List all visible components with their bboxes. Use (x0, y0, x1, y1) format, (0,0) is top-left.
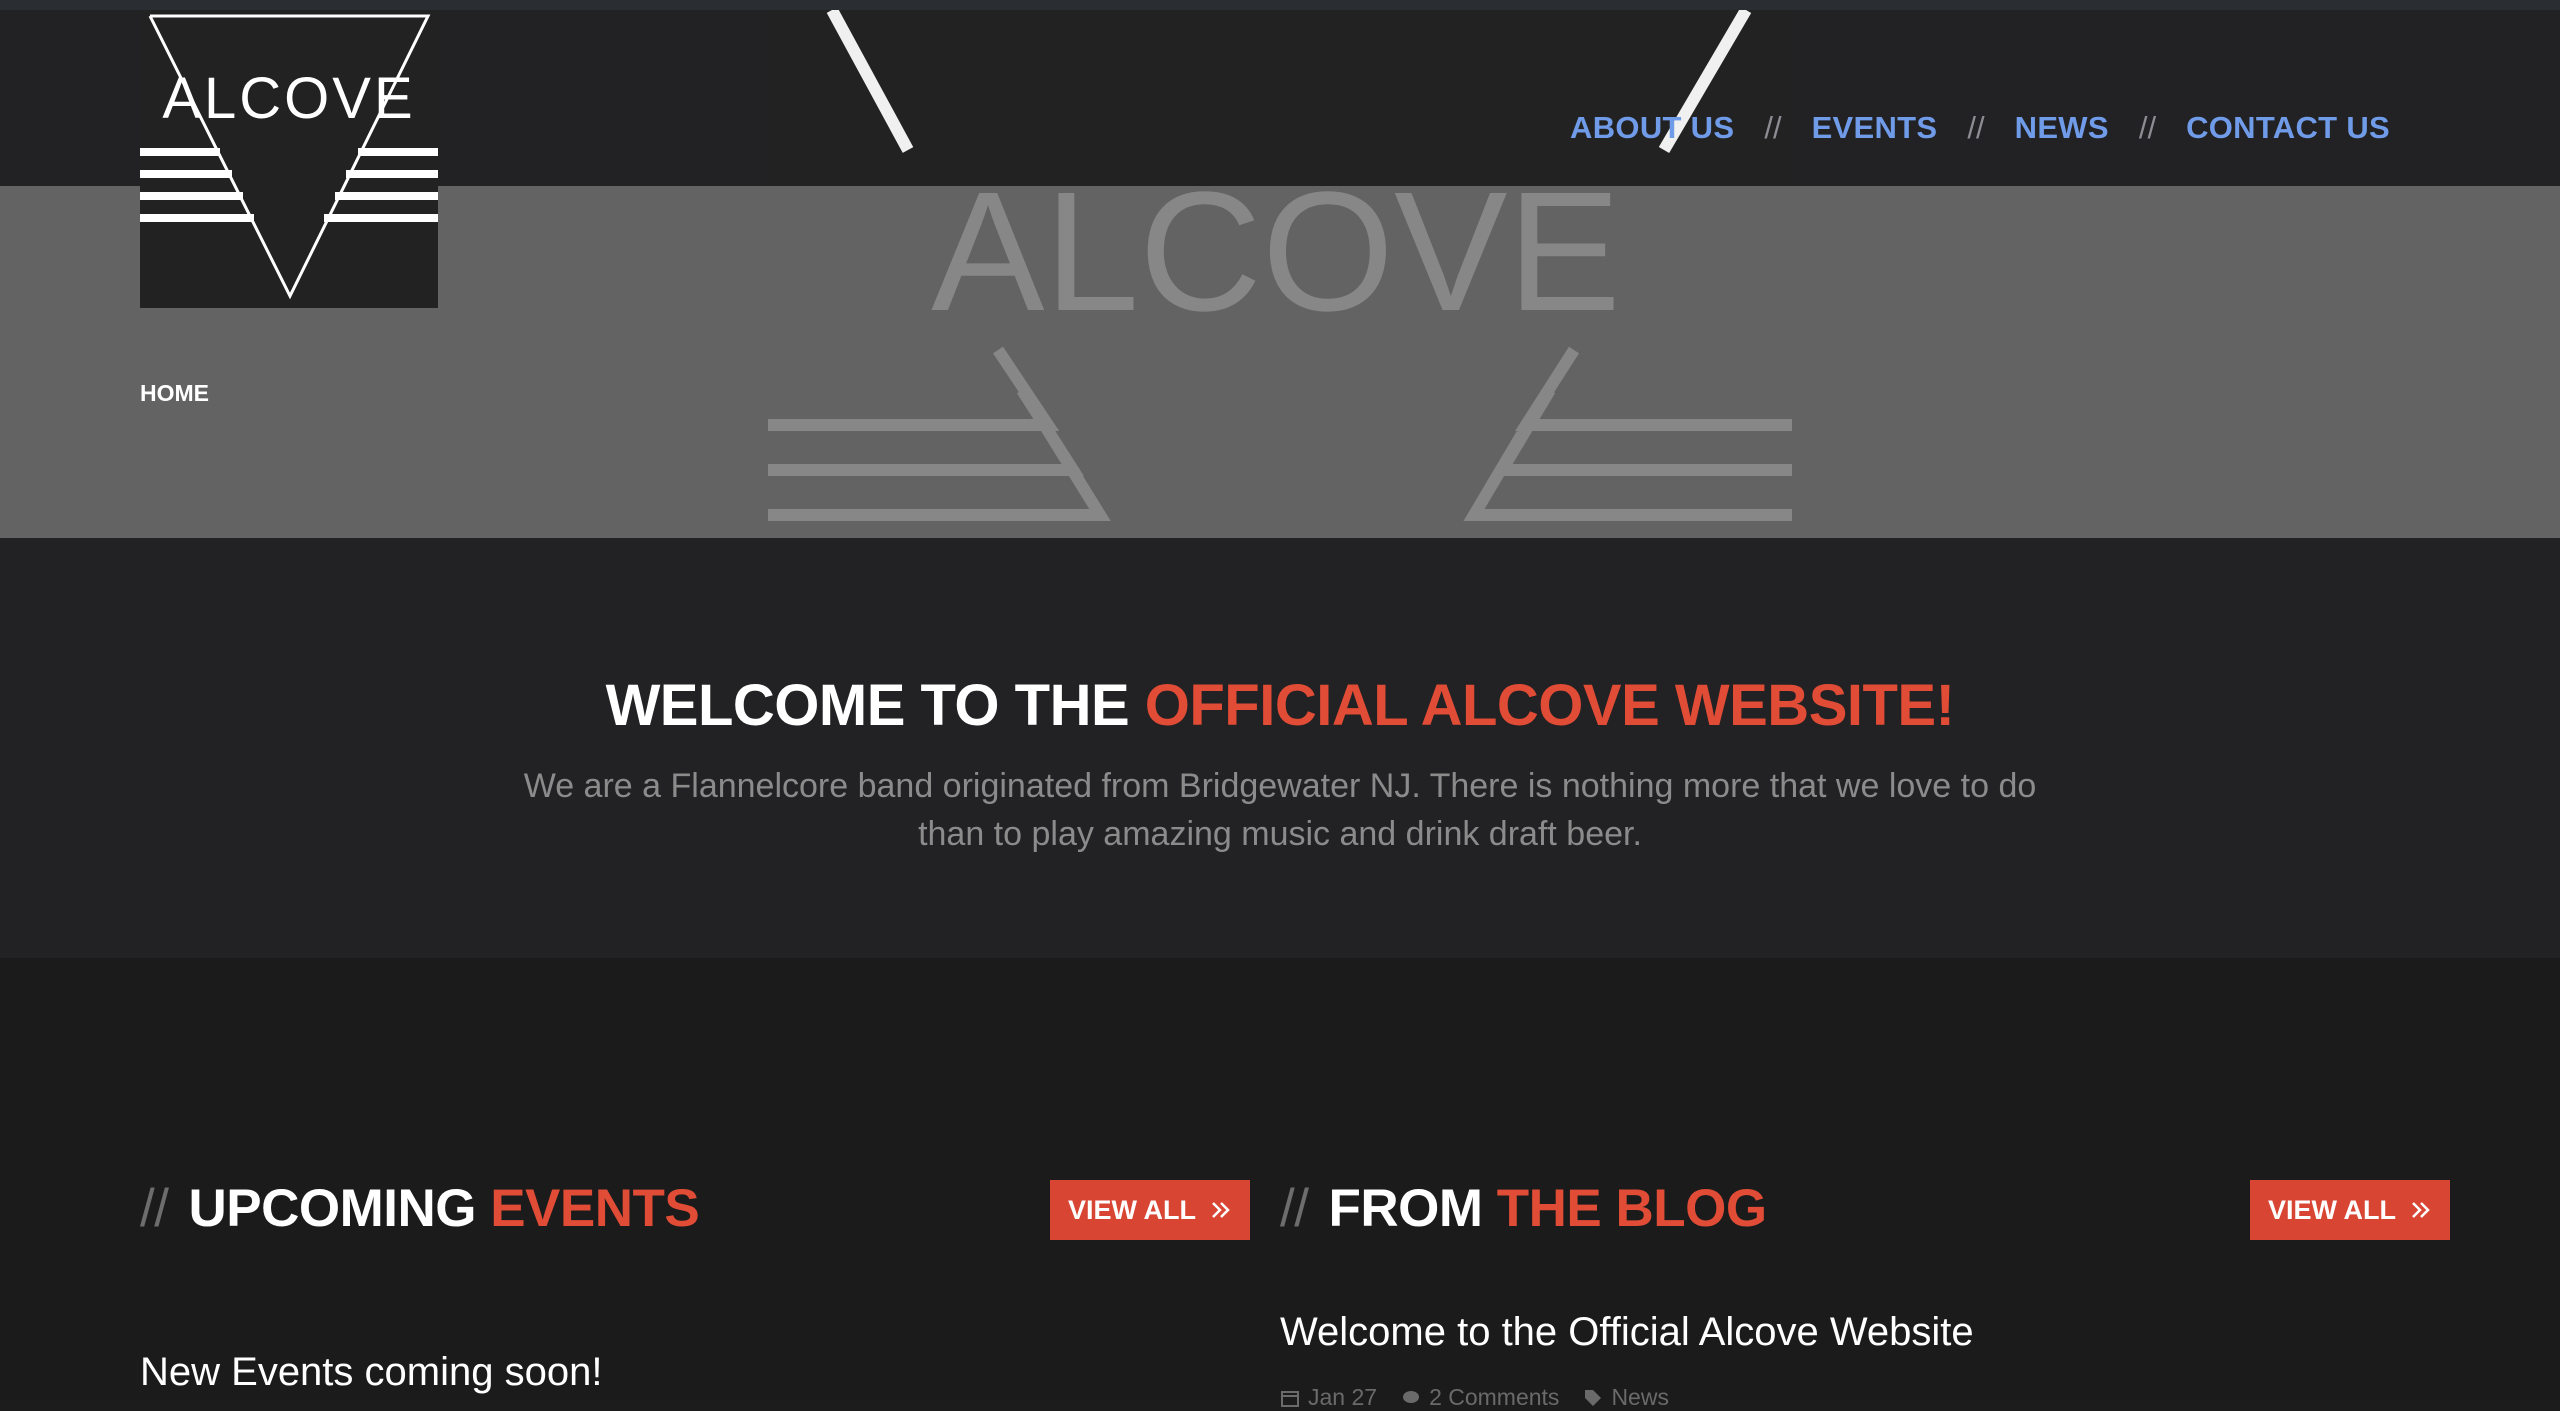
chevrons-right-icon (2412, 1202, 2430, 1218)
top-strip (0, 0, 2560, 10)
nav-events[interactable]: EVENTS (1812, 110, 1938, 146)
nav-separator: // (1967, 110, 1985, 145)
logo-stripe (140, 148, 220, 156)
nav-separator: // (2138, 110, 2157, 145)
blog-view-all-label: VIEW ALL (2268, 1194, 2396, 1225)
logo-stripe (346, 170, 438, 178)
events-heading-accent: EVENTS (490, 1179, 700, 1238)
logo-stripe (335, 192, 438, 200)
site-logo[interactable]: ALCOVE (140, 10, 438, 308)
logo-stripe (140, 192, 243, 200)
watermark-left-slash (826, 10, 914, 153)
logo-stripe (140, 170, 232, 178)
blog-view-all-button[interactable]: VIEW ALL (2250, 1180, 2450, 1240)
watermark-text: ALCOVE (931, 157, 1621, 347)
comment-icon (1403, 1390, 1420, 1403)
watermark-right-line-1 (1515, 346, 1792, 431)
blog-post-title[interactable]: Welcome to the Official Alcove Website (1280, 1310, 1974, 1355)
welcome-title-accent: OFFICIAL ALCOVE WEBSITE! (1144, 673, 1955, 738)
blog-heading-slashes: // (1280, 1179, 1309, 1238)
logo-stripe (358, 148, 438, 156)
blog-heading-plain: FROM (1328, 1179, 1483, 1238)
logo-stripe (324, 214, 438, 222)
logo-text: ALCOVE (162, 66, 415, 131)
calendar-icon (1281, 1390, 1299, 1407)
logo-stripe (140, 214, 254, 222)
post-comments-text: 2 Comments (1429, 1384, 1560, 1410)
events-first-item[interactable]: New Events coming soon! (140, 1350, 602, 1395)
tag-icon (1585, 1389, 1602, 1406)
post-date-text: Jan 27 (1308, 1384, 1378, 1410)
nav-separator: // (1764, 110, 1782, 145)
blog-post-meta: Jan 27 2 Comments News (1280, 1384, 1669, 1411)
events-view-all-button[interactable]: VIEW ALL (1050, 1180, 1250, 1240)
post-date: Jan 27 (1280, 1384, 1377, 1411)
chevrons-right-icon (1212, 1202, 1230, 1218)
blog-heading: // FROM THE BLOG (1280, 1178, 1767, 1239)
post-comments[interactable]: 2 Comments (1401, 1384, 1559, 1411)
watermark-graphic: ALCOVE (768, 10, 1792, 521)
events-view-all-label: VIEW ALL (1068, 1194, 1196, 1225)
welcome-text: We are a Flannelcore band originated fro… (523, 767, 2037, 853)
nav-about-us[interactable]: ABOUT US (1570, 110, 1734, 146)
post-category-text: News (1611, 1384, 1669, 1410)
events-heading: // UPCOMING EVENTS (140, 1178, 700, 1239)
post-category[interactable]: News (1583, 1384, 1669, 1411)
welcome-title: WELCOME TO THE OFFICIAL ALCOVE WEBSITE! (0, 672, 2560, 739)
logo-graphic: ALCOVE (140, 14, 438, 300)
welcome-title-plain: WELCOME TO THE (605, 673, 1145, 738)
blog-heading-accent: THE BLOG (1496, 1179, 1767, 1238)
nav-contact-us[interactable]: CONTACT US (2186, 110, 2390, 146)
welcome-section (0, 538, 2560, 958)
breadcrumb-home[interactable]: HOME (140, 380, 209, 407)
hero-watermark: ALCOVE (768, 10, 1792, 538)
events-heading-plain: UPCOMING (188, 1179, 476, 1238)
main-nav: ABOUT US // EVENTS // NEWS // CONTACT US (1570, 110, 2390, 146)
events-heading-slashes: // (140, 1179, 169, 1238)
watermark-left-line-1 (768, 346, 1060, 431)
nav-news[interactable]: NEWS (2015, 110, 2109, 146)
